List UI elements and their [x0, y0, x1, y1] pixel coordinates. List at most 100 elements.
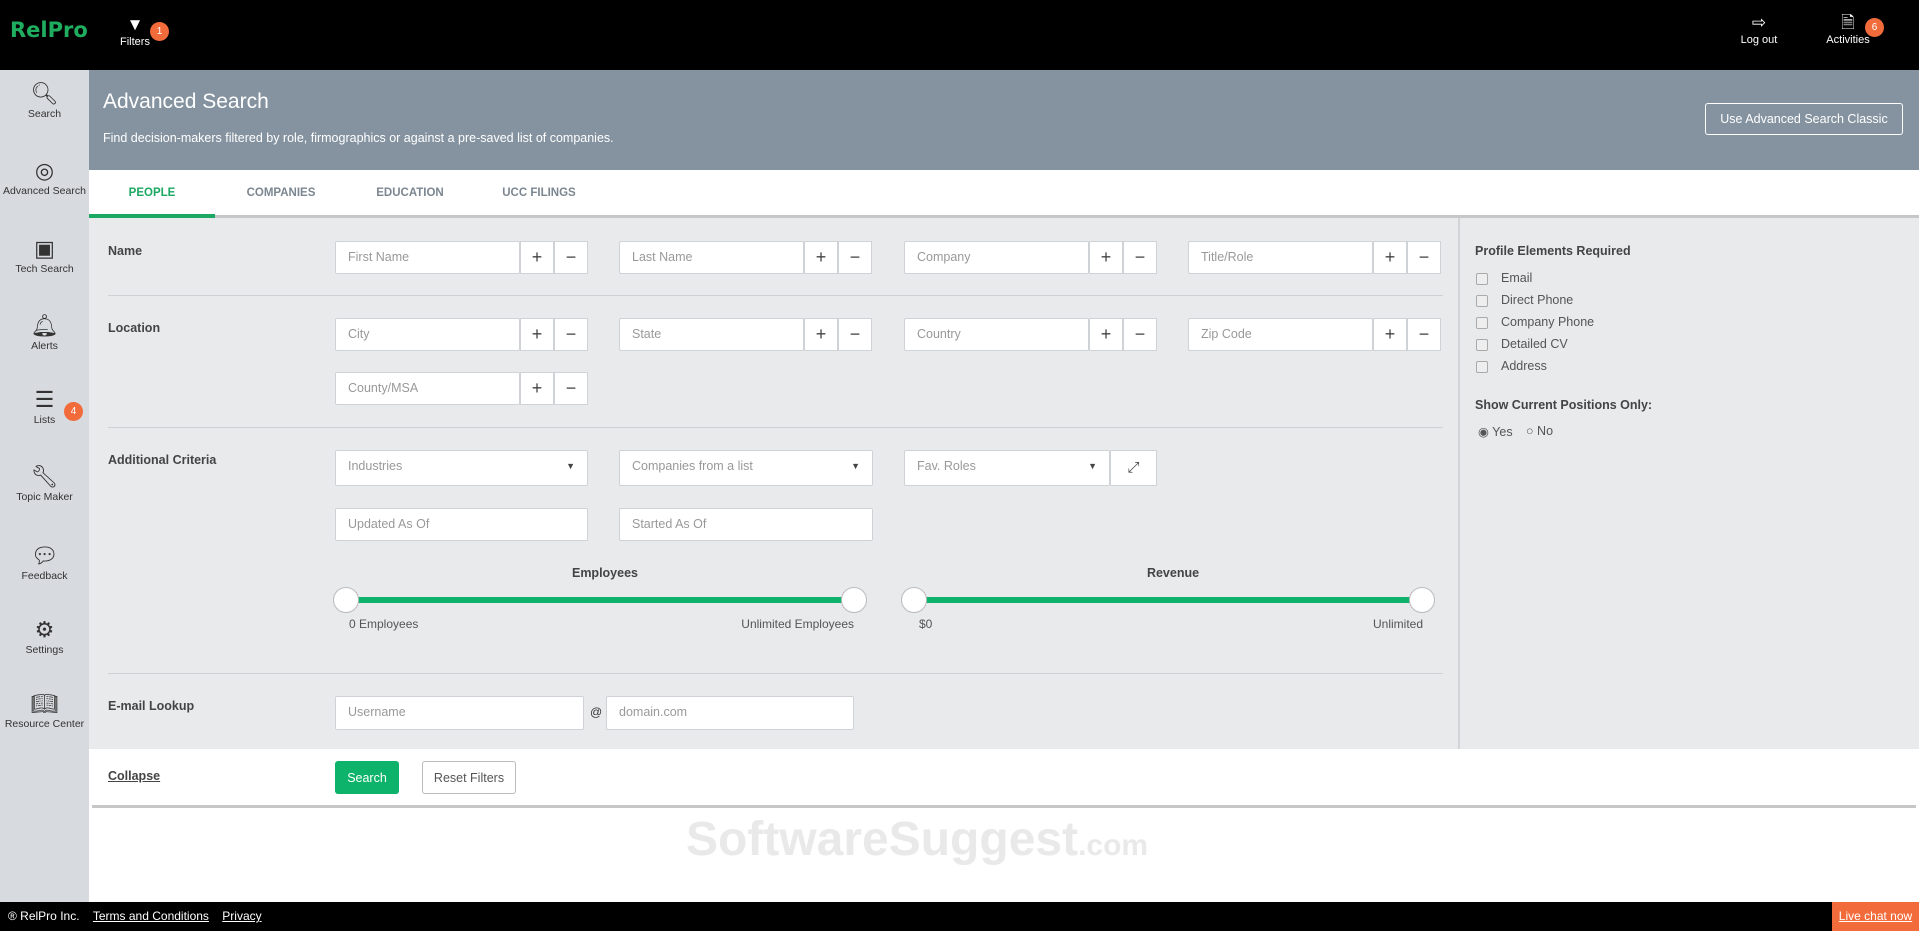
checkbox-address[interactable]: Address: [1476, 359, 1547, 373]
minus-button[interactable]: −: [554, 241, 588, 274]
sidebar-label: Search: [28, 108, 61, 120]
industries-dropdown[interactable]: Industries ▼: [335, 450, 588, 486]
logout-label: Log out: [1741, 34, 1778, 46]
logout-button[interactable]: ⇨ Log out: [1719, 12, 1799, 46]
revenue-slider-track: [914, 597, 1422, 603]
checkbox-detailed-cv[interactable]: Detailed CV: [1476, 337, 1568, 351]
terms-link[interactable]: Terms and Conditions: [93, 909, 209, 923]
plus-button[interactable]: +: [520, 318, 554, 351]
industries-placeholder: Industries: [348, 459, 402, 473]
minus-button[interactable]: −: [838, 241, 872, 274]
employees-max-handle[interactable]: [841, 587, 867, 613]
city-input[interactable]: City: [335, 318, 520, 351]
fav-roles-dropdown[interactable]: Fav. Roles▼: [904, 450, 1110, 486]
checkbox-box[interactable]: [1476, 295, 1488, 307]
sidebar-label: Tech Search: [15, 263, 73, 275]
search-button[interactable]: Search: [335, 761, 399, 794]
copyright: ® RelPro Inc.: [8, 909, 80, 923]
expand-icon[interactable]: ⤢: [1110, 450, 1157, 486]
minus-button[interactable]: −: [554, 318, 588, 351]
company-input[interactable]: Company: [904, 241, 1089, 274]
tab-people[interactable]: PEOPLE: [89, 170, 215, 218]
reset-filters-button[interactable]: Reset Filters: [422, 761, 516, 794]
zip-code-input[interactable]: Zip Code: [1188, 318, 1373, 351]
revenue-max-handle[interactable]: [1409, 587, 1435, 613]
minus-button[interactable]: −: [1123, 241, 1157, 274]
username-input[interactable]: Username: [335, 696, 584, 730]
profile-elements-title: Profile Elements Required: [1475, 244, 1631, 258]
sidebar-item-tech-search[interactable]: ▣Tech Search: [0, 235, 89, 275]
employees-title: Employees: [540, 566, 670, 580]
first-name-input[interactable]: First Name: [335, 241, 520, 274]
minus-button[interactable]: −: [1407, 241, 1441, 274]
employees-min-handle[interactable]: [333, 587, 359, 613]
updated-as-of-input[interactable]: Updated As Of: [335, 508, 588, 541]
checkbox-company-phone[interactable]: Company Phone: [1476, 315, 1594, 329]
collapse-link[interactable]: Collapse: [108, 769, 160, 783]
domain-input[interactable]: domain.com: [606, 696, 854, 730]
page-title: Advanced Search: [103, 90, 269, 114]
checkbox-email[interactable]: Email: [1476, 271, 1532, 285]
sidebar-item-advanced-search[interactable]: ◎Advanced Search: [0, 157, 89, 197]
started-as-of-input[interactable]: Started As Of: [619, 508, 873, 541]
tab-companies[interactable]: COMPANIES: [226, 170, 336, 218]
sidebar-item-feedback[interactable]: 💬︎Feedback: [0, 542, 89, 582]
search-icon: 🔍︎: [0, 80, 89, 108]
sidebar-item-topic-maker[interactable]: 🔧︎Topic Maker: [0, 463, 89, 503]
plus-button[interactable]: +: [1089, 241, 1123, 274]
use-classic-button[interactable]: Use Advanced Search Classic: [1705, 103, 1903, 135]
checkbox-box[interactable]: [1476, 339, 1488, 351]
minus-button[interactable]: −: [1407, 318, 1441, 351]
caret-down-icon: ▼: [566, 451, 575, 482]
footer: ® RelPro Inc. Terms and Conditions Priva…: [0, 902, 1919, 931]
revenue-title: Revenue: [1108, 566, 1238, 580]
checkbox-box[interactable]: [1476, 317, 1488, 329]
at-sign: @: [590, 705, 602, 719]
radio-yes[interactable]: ◉ Yes: [1478, 424, 1513, 439]
tab-ucc-filings[interactable]: UCC FILINGS: [479, 170, 599, 218]
plus-button[interactable]: +: [520, 372, 554, 405]
checkbox-label: Email: [1501, 271, 1532, 285]
sidebar-label: Settings: [26, 644, 64, 656]
minus-button[interactable]: −: [554, 372, 588, 405]
sidebar-item-search[interactable]: 🔍︎Search: [0, 80, 89, 120]
last-name-input[interactable]: Last Name: [619, 241, 804, 274]
title-role-input[interactable]: Title/Role: [1188, 241, 1373, 274]
country-input[interactable]: Country: [904, 318, 1089, 351]
plus-button[interactable]: +: [1373, 241, 1407, 274]
plus-button[interactable]: +: [1089, 318, 1123, 351]
minus-button[interactable]: −: [1123, 318, 1157, 351]
companies-list-dropdown[interactable]: Companies from a list▼: [619, 450, 873, 486]
state-input[interactable]: State: [619, 318, 804, 351]
county-msa-input[interactable]: County/MSA: [335, 372, 520, 405]
minus-button[interactable]: −: [838, 318, 872, 351]
tab-education[interactable]: EDUCATION: [355, 170, 465, 218]
plus-button[interactable]: +: [804, 241, 838, 274]
plus-button[interactable]: +: [1373, 318, 1407, 351]
lists-badge: 4: [64, 402, 83, 421]
checkbox-box[interactable]: [1476, 361, 1488, 373]
filters-label: Filters: [120, 36, 150, 48]
plus-button[interactable]: +: [804, 318, 838, 351]
revenue-min-handle[interactable]: [901, 587, 927, 613]
plus-button[interactable]: +: [520, 241, 554, 274]
live-chat-button[interactable]: Live chat now: [1832, 902, 1919, 931]
relpro-logo[interactable]: RelPro: [10, 18, 88, 42]
sidebar-item-settings[interactable]: ⚙Settings: [0, 616, 89, 656]
watermark: SoftwareSuggest.com: [686, 812, 1148, 867]
checkbox-label: Direct Phone: [1501, 293, 1573, 307]
checkbox-label: Company Phone: [1501, 315, 1594, 329]
page-subtitle: Find decision-makers filtered by role, f…: [103, 131, 614, 145]
checkbox-box[interactable]: [1476, 273, 1488, 285]
fav-roles-placeholder: Fav. Roles: [917, 459, 976, 473]
email-lookup-label: E-mail Lookup: [108, 699, 194, 713]
sidebar-item-resource-center[interactable]: 📖︎Resource Center: [0, 690, 89, 730]
radio-unchecked-icon: ○: [1526, 424, 1534, 438]
sidebar-item-alerts[interactable]: 🔔︎Alerts: [0, 312, 89, 352]
sidebar-label: Alerts: [31, 340, 58, 352]
checkbox-direct-phone[interactable]: Direct Phone: [1476, 293, 1573, 307]
radio-no[interactable]: ○ No: [1526, 424, 1553, 438]
companies-list-placeholder: Companies from a list: [632, 459, 753, 473]
privacy-link[interactable]: Privacy: [222, 909, 261, 923]
divider: [108, 427, 1443, 428]
